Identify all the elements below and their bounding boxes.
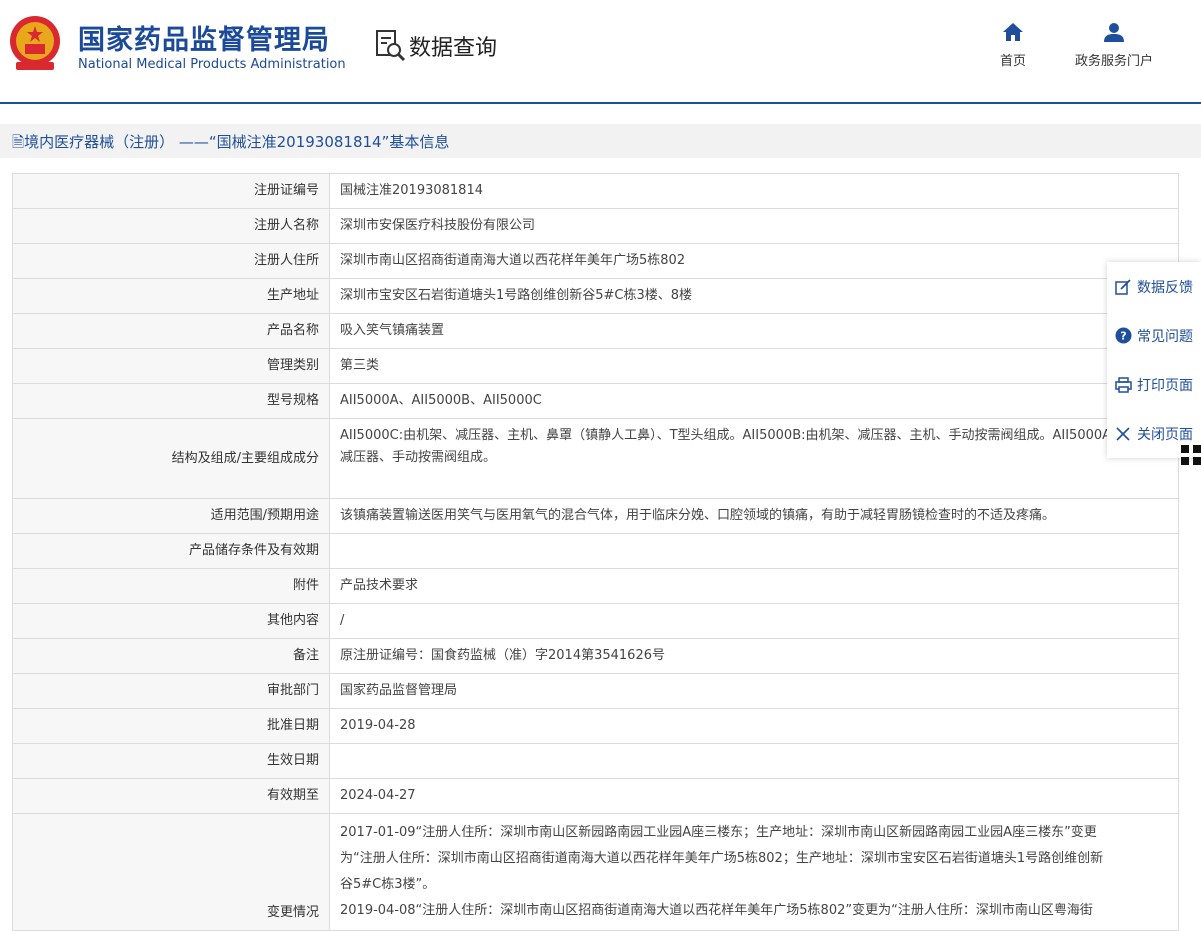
header-divider <box>0 102 1201 104</box>
field-value: 国家药品监督管理局 <box>329 673 1179 709</box>
table-row: 审批部门 国家药品监督管理局 <box>12 673 1179 709</box>
field-value <box>329 743 1179 779</box>
brand-title-en: National Medical Products Administration <box>78 57 346 72</box>
field-value: 深圳市宝安区石岩街道塘头1号路创维创新谷5#C栋3楼、8楼 <box>329 278 1179 314</box>
field-value: 产品技术要求 <box>329 568 1179 604</box>
close-icon <box>1114 425 1132 443</box>
field-label: 有效期至 <box>12 778 330 814</box>
feedback-button[interactable]: 数据反馈 <box>1107 262 1201 311</box>
field-value: 第三类 <box>329 348 1179 384</box>
table-row: 注册证编号 国械注准20193081814 <box>12 173 1179 209</box>
nav-home-button[interactable]: 首页 <box>990 22 1036 69</box>
field-label: 备注 <box>12 638 330 674</box>
table-row: 注册人住所 深圳市南山区招商街道南海大道以西花样年美年广场5栋802 <box>12 243 1179 279</box>
field-label: 结构及组成/主要组成成分 <box>12 418 330 499</box>
field-value: 原注册证编号：国食药监械（准）字2014第3541626号 <box>329 638 1179 674</box>
field-label: 附件 <box>12 568 330 604</box>
table-row: 结构及组成/主要组成成分 AII5000C:由机架、减压器、主机、鼻罩（镇静人工鼻… <box>12 418 1179 499</box>
change-history-line: 谷5#C栋3楼”。 <box>340 877 436 892</box>
table-row: 有效期至 2024-04-27 <box>12 778 1179 814</box>
field-label: 产品名称 <box>12 313 330 349</box>
breadcrumb-label: 境内医疗器械（注册） ——“国械注准20193081814”基本信息 <box>24 133 450 151</box>
field-value: 2024-04-27 <box>329 778 1179 814</box>
field-label: 生效日期 <box>12 743 330 779</box>
field-label: 型号规格 <box>12 383 330 419</box>
table-row: 批准日期 2019-04-28 <box>12 708 1179 744</box>
change-history-line: 2019-04-08“注册人住所：深圳市南山区招商街道南海大道以西花样年美年广场… <box>340 903 1093 918</box>
field-value: 深圳市安保医疗科技股份有限公司 <box>329 208 1179 244</box>
table-row: 管理类别 第三类 <box>12 348 1179 384</box>
national-emblem-icon <box>10 16 60 70</box>
field-label: 注册人名称 <box>12 208 330 244</box>
field-label: 批准日期 <box>12 708 330 744</box>
field-label: 变更情况 <box>12 813 330 931</box>
print-label: 打印页面 <box>1137 377 1193 394</box>
nav-portal-label: 政务服务门户 <box>1074 54 1153 69</box>
home-icon <box>1003 23 1023 41</box>
table-row: 适用范围/预期用途 该镇痛装置输送医用笑气与医用氧气的混合气体，用于临床分娩、口腔… <box>12 498 1179 534</box>
change-history-line: 为“注册人住所：深圳市南山区招商街道南海大道以西花样年美年广场5栋802；生产地… <box>340 851 1104 866</box>
table-row: 注册人名称 深圳市安保医疗科技股份有限公司 <box>12 208 1179 244</box>
printer-icon <box>1114 376 1132 394</box>
brand-title-cn: 国家药品监督管理局 <box>78 25 330 56</box>
nav-home-label: 首页 <box>999 54 1026 69</box>
field-value: 深圳市南山区招商街道南海大道以西花样年美年广场5栋802 <box>329 243 1179 279</box>
table-row: 型号规格 AII5000A、AII5000B、AII5000C <box>12 383 1179 419</box>
field-label: 管理类别 <box>12 348 330 384</box>
table-row-change-history: 变更情况 2017-01-09“注册人住所：深圳市南山区新园路南园工业园A座三楼东… <box>12 813 1179 931</box>
document-icon: 🗎 <box>12 133 25 151</box>
field-value: / <box>329 603 1179 639</box>
feedback-label: 数据反馈 <box>1137 279 1193 296</box>
field-label: 注册人住所 <box>12 243 330 279</box>
data-query-title: 数据查询 <box>375 28 497 64</box>
side-panel: 数据反馈 ? 常见问题 打印页面 关闭页面 <box>1107 262 1201 458</box>
field-label: 生产地址 <box>12 278 330 314</box>
qr-code-icon[interactable] <box>1181 443 1201 467</box>
table-row: 备注 原注册证编号：国食药监械（准）字2014第3541626号 <box>12 638 1179 674</box>
user-icon <box>1104 23 1124 42</box>
breadcrumb: 🗎境内医疗器械（注册） ——“国械注准20193081814”基本信息 <box>0 124 1201 158</box>
faq-label: 常见问题 <box>1137 328 1193 345</box>
field-value: 国械注准20193081814 <box>329 173 1179 209</box>
field-value <box>329 533 1179 569</box>
table-row: 产品名称 吸入笑气镇痛装置 <box>12 313 1179 349</box>
table-row: 生效日期 <box>12 743 1179 779</box>
table-row: 其他内容 / <box>12 603 1179 639</box>
svg-text:?: ? <box>1120 330 1126 343</box>
field-value: AII5000C:由机架、减压器、主机、鼻罩（镇静人工鼻）、T型头组成。AII5… <box>329 418 1179 499</box>
site-header: 国家药品监督管理局 National Medical Products Admi… <box>0 0 1201 103</box>
question-circle-icon: ? <box>1114 327 1132 345</box>
field-value: AII5000A、AII5000B、AII5000C <box>329 383 1179 419</box>
change-history-value: 2017-01-09“注册人住所：深圳市南山区新园路南园工业园A座三楼东；生产地… <box>329 813 1179 931</box>
change-history-line: 2017-01-09“注册人住所：深圳市南山区新园路南园工业园A座三楼东；生产地… <box>340 825 1097 840</box>
edit-icon <box>1114 278 1132 296</box>
document-search-icon <box>376 30 406 62</box>
field-label: 适用范围/预期用途 <box>12 498 330 534</box>
nav-portal-button[interactable]: 政务服务门户 <box>1062 22 1166 69</box>
field-label: 其他内容 <box>12 603 330 639</box>
print-button[interactable]: 打印页面 <box>1107 360 1201 409</box>
table-row: 附件 产品技术要求 <box>12 568 1179 604</box>
faq-button[interactable]: ? 常见问题 <box>1107 311 1201 360</box>
field-value: 吸入笑气镇痛装置 <box>329 313 1179 349</box>
field-value: 2019-04-28 <box>329 708 1179 744</box>
detail-table: 注册证编号 国械注准20193081814 注册人名称 深圳市安保医疗科技股份有限公司… <box>12 173 1179 931</box>
field-label: 产品储存条件及有效期 <box>12 533 330 569</box>
field-value: 该镇痛装置输送医用笑气与医用氧气的混合气体，用于临床分娩、口腔领域的镇痛，有助于… <box>329 498 1179 534</box>
table-row: 产品储存条件及有效期 <box>12 533 1179 569</box>
breadcrumb-text: 🗎境内医疗器械（注册） ——“国械注准20193081814”基本信息 <box>12 131 449 157</box>
table-row: 生产地址 深圳市宝安区石岩街道塘头1号路创维创新谷5#C栋3楼、8楼 <box>12 278 1179 314</box>
close-page-label: 关闭页面 <box>1137 426 1193 443</box>
data-query-label: 数据查询 <box>409 36 498 61</box>
field-label: 审批部门 <box>12 673 330 709</box>
field-label: 注册证编号 <box>12 173 330 209</box>
